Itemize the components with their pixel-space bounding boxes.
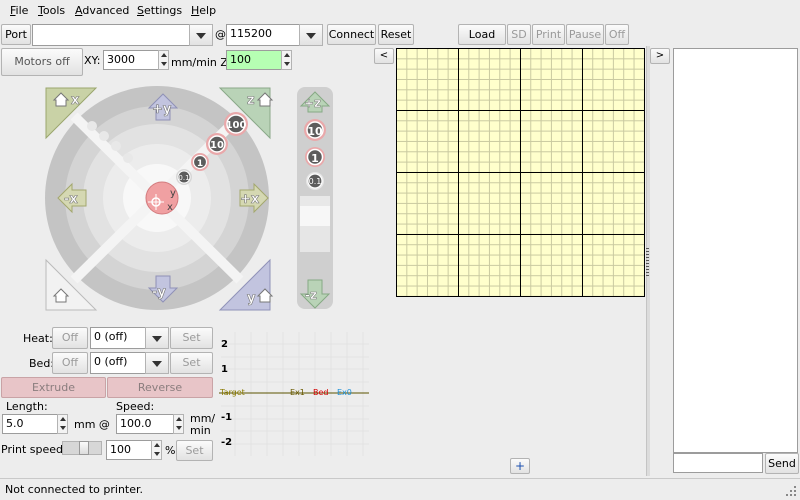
connect-button[interactable]: Connect bbox=[327, 24, 376, 45]
length-label: Length: bbox=[6, 400, 48, 413]
step-dot bbox=[123, 153, 133, 163]
z-spinner[interactable] bbox=[281, 50, 292, 70]
z-plus-label: +z bbox=[304, 96, 321, 110]
port-button[interactable]: Port bbox=[1, 24, 31, 45]
menu-settings[interactable]: Settings bbox=[137, 4, 182, 17]
length-input[interactable]: 5.0 bbox=[2, 414, 58, 434]
print-speed-spinner[interactable] bbox=[151, 440, 162, 460]
step-100-label: 100 bbox=[226, 120, 247, 131]
step-dot bbox=[99, 131, 109, 141]
z-zone-3 bbox=[300, 226, 330, 252]
heat-off-button[interactable]: Off bbox=[52, 327, 88, 349]
print-speed-label: Print speed: bbox=[1, 443, 67, 456]
center-x-label: x bbox=[167, 202, 173, 213]
expand-right-button[interactable]: > bbox=[650, 48, 670, 64]
legend-ex0: Ex0 bbox=[337, 388, 352, 397]
bed-select[interactable]: 0 (off) bbox=[90, 352, 146, 374]
xy-spinner[interactable] bbox=[158, 50, 169, 70]
menu-tools[interactable]: Tools bbox=[38, 4, 65, 17]
status-text: Not connected to printer. bbox=[5, 483, 144, 496]
print-button[interactable]: Print bbox=[532, 24, 565, 45]
print-speed-input[interactable]: 100 bbox=[106, 440, 152, 460]
reset-button[interactable]: Reset bbox=[378, 24, 414, 45]
mm-at-label: mm @ bbox=[74, 418, 110, 431]
legend-bed: Bed bbox=[313, 388, 329, 397]
percent-label: % bbox=[165, 444, 176, 457]
speed-label: Speed: bbox=[116, 400, 155, 413]
at-symbol: @ bbox=[215, 28, 226, 41]
status-bar: Not connected to printer. bbox=[0, 478, 800, 500]
sd-button[interactable]: SD bbox=[507, 24, 531, 45]
print-speed-slider[interactable] bbox=[62, 441, 102, 455]
add-button[interactable]: + bbox=[510, 458, 530, 474]
legend-target: Target bbox=[220, 388, 245, 397]
speed-units-line2: min bbox=[190, 424, 211, 437]
console-log[interactable] bbox=[673, 48, 798, 453]
extrude-button[interactable]: Extrude bbox=[1, 377, 106, 398]
collapse-left-button[interactable]: < bbox=[374, 48, 394, 64]
plus-x-label: +x bbox=[240, 192, 260, 207]
plus-y-label: +y bbox=[152, 102, 172, 117]
temperature-graph: 2 1 -1 -2 Target Ex1 Bed Ex0 bbox=[217, 330, 370, 458]
send-button[interactable]: Send bbox=[765, 453, 799, 474]
speed-input[interactable]: 100.0 bbox=[116, 414, 174, 434]
menu-file[interactable]: File bbox=[10, 4, 28, 17]
y-tick-2: 2 bbox=[221, 339, 228, 350]
heat-label: Heat: bbox=[23, 332, 53, 345]
slider-handle[interactable] bbox=[79, 441, 89, 455]
xy-jog-control[interactable]: x z y +y -y -x +x 100 10 1 0.1 y x bbox=[44, 86, 284, 312]
y-tick-minus-1: -1 bbox=[221, 412, 233, 423]
home-y-label: y bbox=[247, 291, 256, 306]
pause-button[interactable]: Pause bbox=[566, 24, 604, 45]
xy-label: XY: bbox=[84, 54, 101, 67]
step-1-label: 1 bbox=[197, 159, 203, 169]
minus-x-label: -x bbox=[64, 192, 78, 207]
load-file-button[interactable]: Load file bbox=[458, 24, 506, 60]
menu-bar: File Tools Advanced Settings Help bbox=[0, 0, 800, 22]
z-jog-control[interactable]: +z 10 1 0.1 -z bbox=[296, 86, 336, 312]
speed-spinner[interactable] bbox=[173, 414, 184, 434]
baud-combo[interactable]: 115200 bbox=[226, 24, 300, 46]
home-x-label: x bbox=[71, 93, 80, 108]
y-tick-minus-2: -2 bbox=[221, 437, 233, 448]
menu-advanced[interactable]: Advanced bbox=[75, 4, 129, 17]
bed-label: Bed: bbox=[29, 357, 55, 370]
z-step-10-label: 10 bbox=[307, 125, 323, 138]
print-bed-preview[interactable] bbox=[396, 48, 645, 297]
port-combo[interactable] bbox=[32, 24, 190, 46]
z-minus-label: -z bbox=[305, 288, 317, 302]
z-feedrate-input[interactable]: 100 bbox=[226, 50, 282, 70]
step-dot bbox=[87, 121, 97, 131]
resize-grip-icon[interactable] bbox=[784, 484, 798, 498]
home-z-label: z bbox=[247, 93, 255, 108]
legend-ex1: Ex1 bbox=[290, 388, 305, 397]
length-spinner[interactable] bbox=[57, 414, 68, 434]
bed-off-button[interactable]: Off bbox=[52, 352, 88, 374]
y-tick-1: 1 bbox=[221, 364, 228, 375]
heat-set-button[interactable]: Set bbox=[170, 327, 213, 349]
reverse-button[interactable]: Reverse bbox=[107, 377, 213, 398]
xy-feedrate-input[interactable]: 3000 bbox=[103, 50, 159, 70]
port-dropdown-button[interactable] bbox=[189, 24, 213, 46]
step-10-label: 10 bbox=[210, 140, 224, 151]
z-zone-2 bbox=[300, 206, 330, 226]
mm-min-z-label: mm/min Z: bbox=[171, 56, 232, 69]
z-step-01-label: 0.1 bbox=[309, 177, 322, 186]
bed-dropdown-button[interactable] bbox=[145, 352, 169, 374]
splitter-grip[interactable] bbox=[646, 248, 649, 278]
step-dot bbox=[111, 141, 121, 151]
command-input[interactable] bbox=[673, 453, 763, 473]
off-button[interactable]: Off bbox=[605, 24, 629, 45]
print-speed-set-button[interactable]: Set bbox=[176, 440, 213, 461]
menu-help[interactable]: Help bbox=[191, 4, 216, 17]
motors-off-button[interactable]: Motors off bbox=[1, 48, 83, 76]
bed-set-button[interactable]: Set bbox=[170, 352, 213, 374]
heat-dropdown-button[interactable] bbox=[145, 327, 169, 349]
step-01-label: 0.1 bbox=[178, 174, 189, 182]
minus-y-label: -y bbox=[152, 285, 166, 300]
center-y-label: y bbox=[170, 188, 176, 199]
z-step-1-label: 1 bbox=[311, 152, 319, 165]
heat-select[interactable]: 0 (off) bbox=[90, 327, 146, 349]
baud-dropdown-button[interactable] bbox=[299, 24, 323, 46]
